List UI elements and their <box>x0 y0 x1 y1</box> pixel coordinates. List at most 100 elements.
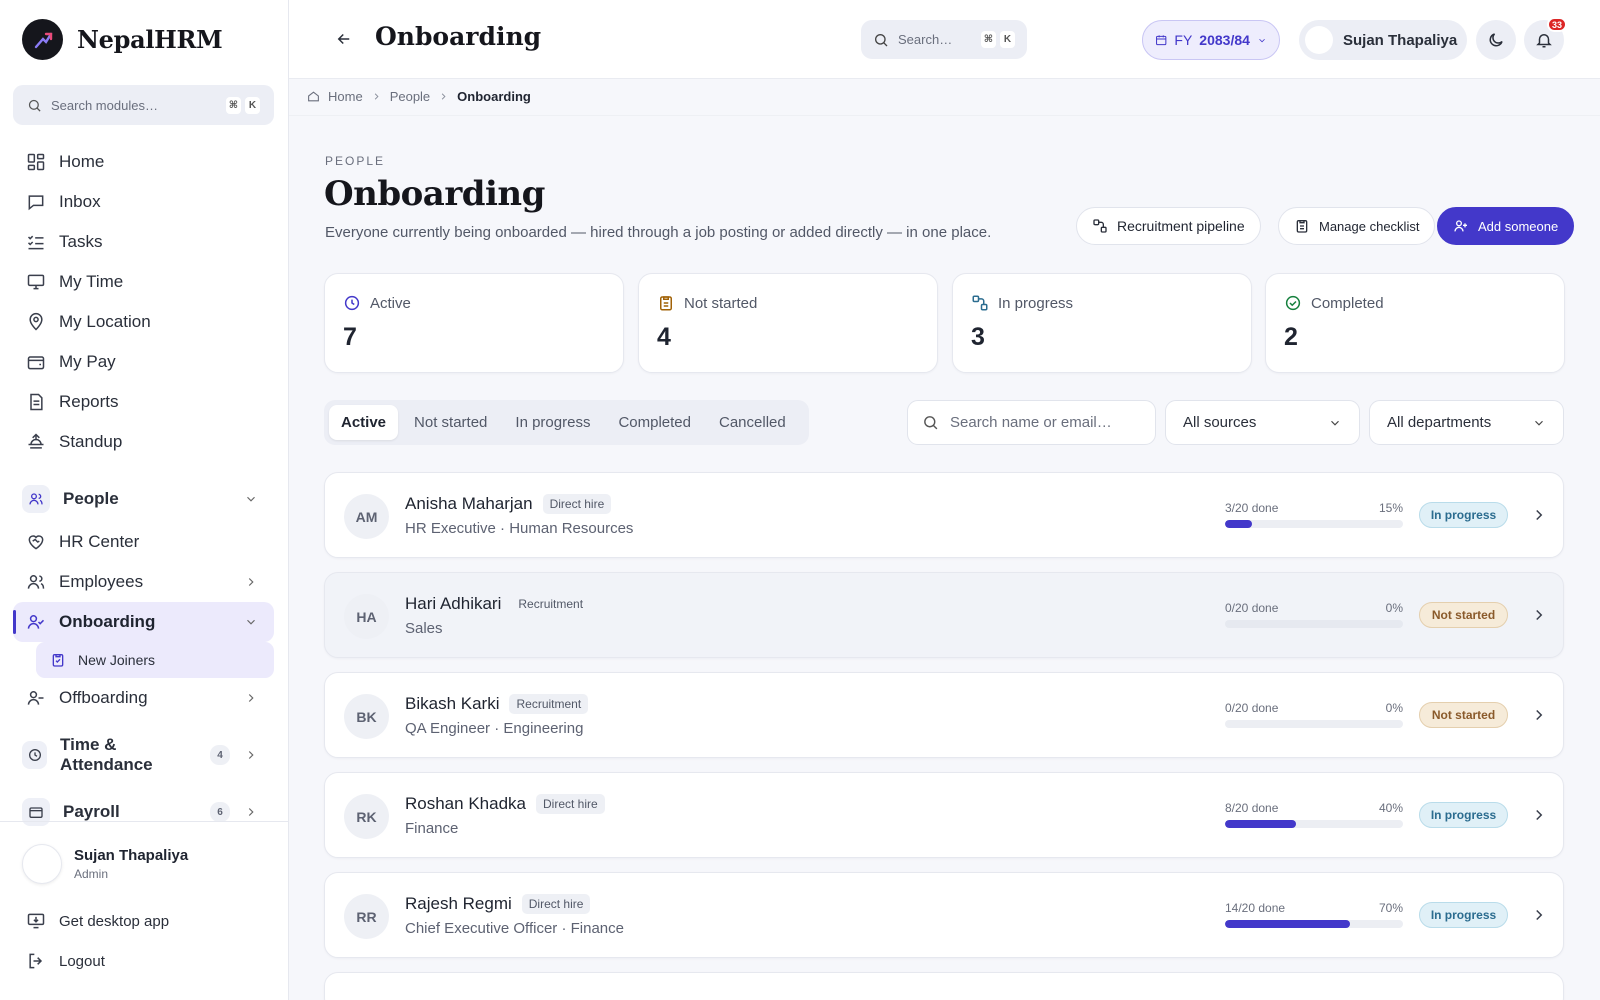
page-subtitle: Everyone currently being onboarded — hir… <box>325 224 992 241</box>
progress-bar <box>1225 720 1403 728</box>
stat-card-completed[interactable]: Completed 2 <box>1265 273 1565 373</box>
notifications-button[interactable]: 33 <box>1524 17 1567 60</box>
sidebar-item-my-location[interactable]: My Location <box>13 302 274 342</box>
stat-label: Not started <box>684 294 758 312</box>
sidebar-item-reports[interactable]: Reports <box>13 382 274 422</box>
source-select[interactable]: All sources <box>1165 400 1360 445</box>
sidebar-item-tasks[interactable]: Tasks <box>13 222 274 262</box>
chevron-right-icon[interactable] <box>1530 906 1548 924</box>
person-role: Sales <box>405 620 443 637</box>
tab-active[interactable]: Active <box>329 405 399 440</box>
progress-done: 0/20 done <box>1225 701 1279 715</box>
theme-toggle-button[interactable] <box>1476 20 1516 60</box>
progress-done: 14/20 done <box>1225 901 1286 915</box>
name-email-search-input[interactable]: Search name or email… <box>907 400 1156 445</box>
sidebar-item-home[interactable]: Home <box>13 142 274 182</box>
brand-name: NepalHRM <box>77 25 223 54</box>
count-badge: 6 <box>210 802 230 822</box>
onboarding-row[interactable]: BK Bikash Karki Recruitment QA Engineer ·… <box>324 672 1564 758</box>
sidebar-group-people[interactable]: People <box>13 479 274 519</box>
sidebar-item-my-pay[interactable]: My Pay <box>13 342 274 382</box>
chevron-right-icon[interactable] <box>1530 706 1548 724</box>
user-plus-icon <box>1454 220 1467 232</box>
sidebar-item-my-time[interactable]: My Time <box>13 262 274 302</box>
logout-button[interactable]: Logout <box>13 941 274 981</box>
home-icon <box>308 91 319 102</box>
sidebar-item-offboarding[interactable]: Offboarding <box>13 678 274 718</box>
fiscal-year-select[interactable]: FY 2083/84 <box>1142 20 1280 60</box>
global-search-input[interactable]: Search… ⌘ K <box>861 20 1027 59</box>
sidebar-user[interactable]: Sujan Thapaliya Admin <box>22 844 188 884</box>
department-select[interactable]: All departments <box>1369 400 1564 445</box>
tab-not-started[interactable]: Not started <box>402 405 499 440</box>
recruitment-pipeline-button[interactable]: Recruitment pipeline <box>1076 207 1261 245</box>
sidebar-search-input[interactable]: Search modules… ⌘ K <box>13 85 274 125</box>
sidebar-item-hr-center[interactable]: HR Center <box>13 522 274 562</box>
source-tag: Direct hire <box>542 494 612 514</box>
chevron-right-icon[interactable] <box>1530 606 1548 624</box>
sidebar-item-label: Reports <box>59 392 119 411</box>
sidebar-item-inbox[interactable]: Inbox <box>13 182 274 222</box>
progress-bar <box>1225 920 1403 928</box>
progress-fill <box>1225 920 1350 928</box>
grid-icon <box>27 153 45 171</box>
brand[interactable]: NepalHRM <box>22 19 223 60</box>
tab-in-progress[interactable]: In progress <box>503 405 602 440</box>
onboarding-row[interactable]: HA Hari Adhikari Recruitment Sales 0/20 d… <box>324 572 1564 658</box>
avatar <box>22 844 62 884</box>
status-badge: In progress <box>1419 802 1508 828</box>
person-name: Roshan Khadka <box>405 794 526 813</box>
search-icon <box>875 33 888 46</box>
kbd-cmd: ⌘ <box>225 96 241 114</box>
chevron-right-icon <box>248 578 254 586</box>
sidebar-item-label: My Time <box>59 272 124 291</box>
manage-checklist-button[interactable]: Manage checklist <box>1278 207 1436 245</box>
tab-completed[interactable]: Completed <box>606 405 703 440</box>
add-someone-button[interactable]: Add someone <box>1437 207 1575 245</box>
onboarding-row[interactable]: AM Anisha Maharjan Direct hire HR Executi… <box>324 472 1564 558</box>
chevron-right-icon[interactable] <box>1530 806 1548 824</box>
progress-fill <box>1225 820 1297 828</box>
person-role: QA Engineer · Engineering <box>405 720 584 737</box>
onboarding-row[interactable]: RK Roshan Khadka Direct hire Finance 8/20… <box>324 772 1564 858</box>
sidebar-group-label: Payroll <box>63 802 120 821</box>
monitor-icon <box>27 274 45 290</box>
user-minus-icon <box>27 691 44 705</box>
breadcrumb-current: Onboarding <box>457 89 531 104</box>
status-badge: Not started <box>1419 602 1508 628</box>
breadcrumb-home[interactable]: Home <box>328 89 363 104</box>
source-tag: Direct hire <box>521 894 591 914</box>
clock-icon <box>22 741 48 769</box>
stat-card-in-progress[interactable]: In progress 3 <box>952 273 1252 373</box>
stat-label: In progress <box>998 294 1074 312</box>
sidebar-group-time-attendance[interactable]: Time & Attendance 4 <box>13 735 274 775</box>
user-menu[interactable]: Sujan Thapaliya <box>1299 20 1467 60</box>
back-button[interactable] <box>333 28 355 50</box>
get-desktop-app-link[interactable]: Get desktop app <box>13 901 274 941</box>
sidebar-group-label: Time & Attendance <box>60 735 153 774</box>
department-select-value: All departments <box>1387 414 1492 431</box>
sidebar-item-standup[interactable]: Standup <box>13 422 274 462</box>
stat-card-not-started[interactable]: Not started 4 <box>638 273 938 373</box>
user-check-icon <box>27 615 45 629</box>
avatar: BK <box>344 694 389 739</box>
stat-card-active[interactable]: Active 7 <box>324 273 624 373</box>
sidebar-group-payroll[interactable]: Payroll 6 <box>13 792 274 832</box>
kbd-cmd: ⌘ <box>980 31 996 48</box>
chevron-right-icon[interactable] <box>1530 506 1548 524</box>
fy-value: 2083/84 <box>1199 32 1250 48</box>
onboarding-row-partial[interactable] <box>324 972 1564 1000</box>
logout-label: Logout <box>59 952 105 970</box>
breadcrumb-people[interactable]: People <box>390 89 430 104</box>
document-icon <box>30 393 43 411</box>
sidebar-item-onboarding[interactable]: Onboarding <box>13 602 274 642</box>
sidebar-item-label: Standup <box>59 432 123 451</box>
button-label: Manage checklist <box>1319 218 1420 234</box>
sidebar-subitem-new-joiners[interactable]: New Joiners <box>36 642 274 678</box>
sidebar-item-label: Inbox <box>59 192 101 211</box>
flow-icon <box>1093 219 1107 233</box>
sidebar-item-employees[interactable]: Employees <box>13 562 274 602</box>
tab-cancelled[interactable]: Cancelled <box>707 405 798 440</box>
onboarding-row[interactable]: RR Rajesh Regmi Direct hire Chief Executi… <box>324 872 1564 958</box>
progress-bar <box>1225 520 1403 528</box>
